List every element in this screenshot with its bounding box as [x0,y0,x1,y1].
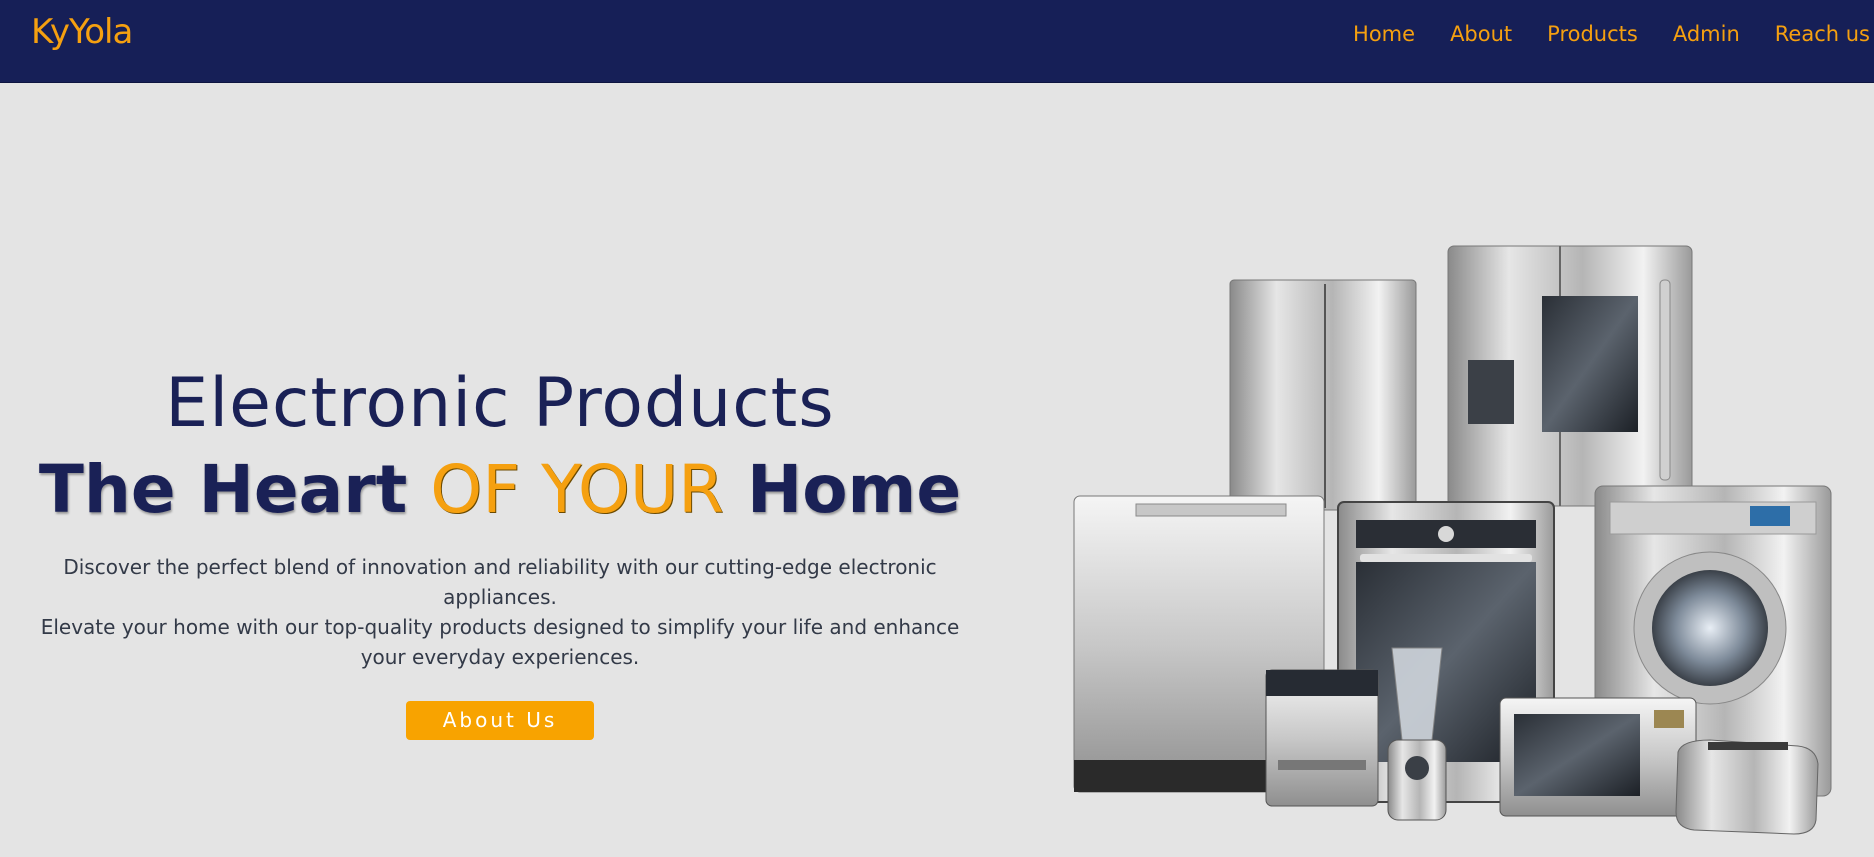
tagline-accent: OF YOUR [430,451,724,528]
about-us-button[interactable]: About Us [406,701,594,740]
tagline-part-1: The Heart [38,451,431,528]
hero-description-line-2: Elevate your home with our top-quality p… [40,615,960,669]
home-appliances-group-image [1073,245,1832,835]
tagline-part-3: Home [723,451,962,528]
nav-home-link[interactable]: Home [1353,22,1415,46]
top-navbar: KyYola Home About Products Admin Reach u… [0,0,1874,83]
hero-section: Electronic Products The Heart OF YOUR Ho… [20,360,980,740]
site-logo[interactable]: KyYola [31,12,133,52]
nav-products-link[interactable]: Products [1547,22,1638,46]
nav-about-link[interactable]: About [1450,22,1512,46]
hero-description-line-1: Discover the perfect blend of innovation… [63,555,937,609]
nav-reach-us-link[interactable]: Reach us [1775,22,1870,46]
main-nav: Home About Products Admin Reach us [1318,0,1870,68]
hero-title: Electronic Products [165,364,835,443]
hero-tagline: The Heart OF YOUR Home [20,448,980,532]
hero-description: Discover the perfect blend of innovation… [30,552,970,672]
nav-admin-link[interactable]: Admin [1673,22,1740,46]
